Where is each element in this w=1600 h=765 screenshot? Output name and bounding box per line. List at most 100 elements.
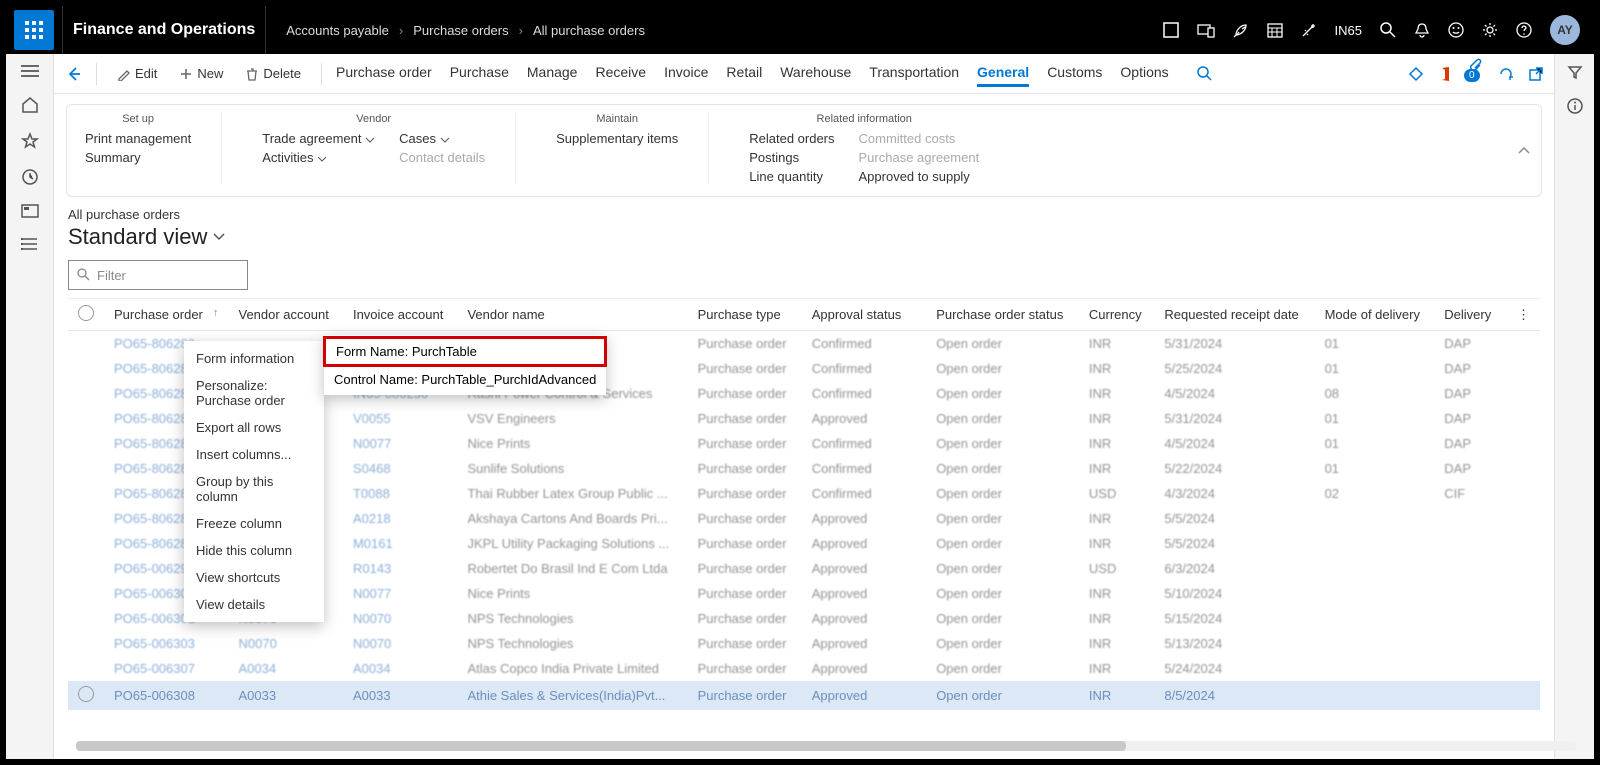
hamburger-icon[interactable] — [21, 64, 39, 78]
wand-icon[interactable] — [1301, 22, 1317, 38]
ctx-personalize-purchase-order[interactable]: Personalize: Purchase order — [184, 372, 324, 414]
context-menu: Form informationPersonalize: Purchase or… — [184, 341, 324, 622]
gear-icon[interactable] — [1482, 22, 1498, 38]
workspace-icon[interactable] — [21, 204, 39, 218]
app-launcher[interactable] — [14, 10, 54, 50]
help-icon[interactable] — [1516, 22, 1532, 38]
tab-manage[interactable]: Manage — [527, 60, 578, 87]
contact-details-link: Contact details — [399, 150, 485, 165]
attach-icon[interactable]: 0 — [1468, 57, 1484, 91]
info-icon[interactable] — [1567, 98, 1583, 114]
ctx-form-information[interactable]: Form information — [184, 345, 324, 372]
form-name-item[interactable]: Form Name: PurchTable — [323, 336, 607, 367]
horizontal-scrollbar[interactable] — [76, 741, 1576, 751]
tab-receive[interactable]: Receive — [595, 60, 646, 87]
ctx-export-all-rows[interactable]: Export all rows — [184, 414, 324, 441]
devices-icon[interactable] — [1197, 22, 1215, 38]
select-all[interactable] — [78, 305, 94, 321]
col-purchase-type[interactable]: Purchase type — [688, 299, 802, 331]
ctx-view-details[interactable]: View details — [184, 591, 324, 618]
col-mode-of-delivery[interactable]: Mode of delivery — [1315, 299, 1435, 331]
approved-to-supply-link[interactable]: Approved to supply — [859, 169, 980, 184]
col-vendor-name[interactable]: Vendor name — [457, 299, 687, 331]
ribbon-group-maintain: Maintain — [556, 113, 678, 125]
purchase-agreement-link: Purchase agreement — [859, 150, 980, 165]
ribbon-group-setup: Set up — [85, 113, 191, 125]
back-button[interactable] — [64, 65, 82, 83]
diamond-icon[interactable] — [1408, 66, 1424, 82]
tab-purchase-order[interactable]: Purchase order — [336, 60, 432, 87]
tab-warehouse[interactable]: Warehouse — [780, 60, 851, 87]
clock-icon[interactable] — [21, 168, 39, 186]
more-columns-icon[interactable]: ⋮ — [1507, 299, 1540, 331]
delete-button[interactable]: Delete — [239, 62, 307, 85]
ribbon-group-related: Related information — [749, 113, 979, 125]
tab-transportation[interactable]: Transportation — [869, 60, 959, 87]
committed-costs-link: Committed costs — [859, 131, 980, 146]
ribbon-group-vendor: Vendor — [262, 113, 485, 125]
col-delivery[interactable]: Delivery — [1434, 299, 1507, 331]
ctx-hide-this-column[interactable]: Hide this column — [184, 537, 324, 564]
avatar[interactable]: AY — [1550, 15, 1580, 45]
ctx-insert-columns-[interactable]: Insert columns... — [184, 441, 324, 468]
col-vendor-account[interactable]: Vendor account — [228, 299, 342, 331]
trade-agreement-link[interactable]: Trade agreement — [262, 131, 375, 146]
col-invoice-account[interactable]: Invoice account — [343, 299, 457, 331]
filter-input[interactable]: Filter — [68, 260, 248, 290]
breadcrumb: Accounts payable › Purchase orders › All… — [266, 23, 645, 38]
office-icon[interactable] — [1438, 66, 1454, 82]
col-currency[interactable]: Currency — [1079, 299, 1154, 331]
bell-icon[interactable] — [1414, 22, 1430, 38]
postings-link[interactable]: Postings — [749, 150, 834, 165]
edit-button[interactable]: Edit — [111, 62, 163, 85]
filter-pane-icon[interactable] — [1567, 64, 1583, 80]
search-icon[interactable] — [1380, 22, 1396, 38]
new-button[interactable]: New — [173, 62, 229, 85]
crumb-1[interactable]: Purchase orders — [413, 23, 508, 38]
home-icon[interactable] — [21, 96, 39, 114]
refresh-icon[interactable] — [1498, 66, 1514, 82]
popout-icon[interactable] — [1528, 66, 1544, 82]
tab-purchase[interactable]: Purchase — [450, 60, 509, 87]
chevron-right-icon: › — [519, 23, 523, 38]
ctx-freeze-column[interactable]: Freeze column — [184, 510, 324, 537]
summary-link[interactable]: Summary — [85, 150, 191, 165]
tab-customs[interactable]: Customs — [1047, 60, 1102, 87]
col-approval-status[interactable]: Approval status — [802, 299, 926, 331]
calendar-icon[interactable] — [1267, 22, 1283, 38]
modules-icon[interactable] — [21, 236, 39, 252]
app-name: Finance and Operations — [62, 6, 266, 54]
line-quantity-link[interactable]: Line quantity — [749, 169, 834, 184]
ctx-view-shortcuts[interactable]: View shortcuts — [184, 564, 324, 591]
collapse-ribbon-icon[interactable] — [1517, 146, 1531, 156]
smile-icon[interactable] — [1448, 22, 1464, 38]
search-icon[interactable] — [1197, 66, 1213, 82]
table-row[interactable]: PO65-006307A0034A0034Atlas Copco India P… — [68, 656, 1540, 681]
supplementary-items-link[interactable]: Supplementary items — [556, 131, 678, 146]
crumb-2[interactable]: All purchase orders — [533, 23, 645, 38]
company-code[interactable]: IN65 — [1335, 23, 1362, 38]
activities-link[interactable]: Activities — [262, 150, 375, 165]
ctx-group-by-this-column[interactable]: Group by this column — [184, 468, 324, 510]
square-icon[interactable] — [1163, 22, 1179, 38]
list-title: All purchase orders — [68, 207, 1540, 222]
cases-link[interactable]: Cases — [399, 131, 485, 146]
form-info-flyout: Form Name: PurchTable Control Name: Purc… — [324, 335, 606, 395]
col-purchase-order-status[interactable]: Purchase order status — [926, 299, 1079, 331]
view-selector[interactable]: Standard view — [68, 224, 1540, 250]
tab-invoice[interactable]: Invoice — [664, 60, 708, 87]
tab-general[interactable]: General — [977, 60, 1029, 87]
star-icon[interactable] — [21, 132, 39, 150]
related-orders-link[interactable]: Related orders — [749, 131, 834, 146]
control-name-item[interactable]: Control Name: PurchTable_PurchIdAdvanced — [324, 366, 606, 393]
tab-options[interactable]: Options — [1120, 60, 1168, 87]
tab-retail[interactable]: Retail — [726, 60, 762, 87]
table-row[interactable]: PO65-006308A0033A0033Athie Sales & Servi… — [68, 681, 1540, 710]
print-management-link[interactable]: Print management — [85, 131, 191, 146]
col-requested-receipt-date[interactable]: Requested receipt date — [1154, 299, 1314, 331]
crumb-0[interactable]: Accounts payable — [286, 23, 389, 38]
chevron-right-icon: › — [399, 23, 403, 38]
rocket-icon[interactable] — [1233, 22, 1249, 38]
col-purchase-order[interactable]: Purchase order↑ — [104, 299, 228, 331]
table-row[interactable]: PO65-006303N0070N0070NPS TechnologiesPur… — [68, 631, 1540, 656]
